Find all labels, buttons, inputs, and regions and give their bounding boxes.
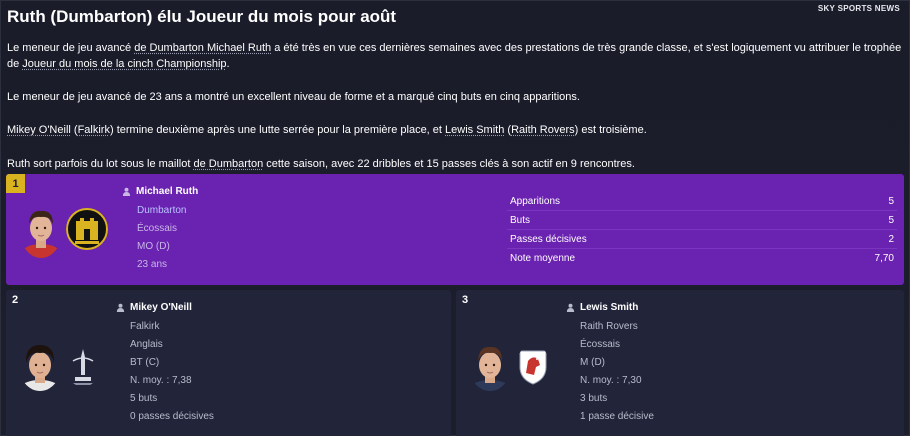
second-details: Falkirk Anglais BT (C) N. moy. : 7,38 5 … <box>130 318 214 426</box>
player-position: BT (C) <box>130 357 160 368</box>
second-name-row[interactable]: Mikey O'Neill <box>116 302 192 313</box>
player-nationality: Écossais <box>137 223 178 234</box>
third-details: Raith Rovers Écossais M (D) N. moy. : 7,… <box>580 318 654 426</box>
player-photo[interactable] <box>19 341 61 391</box>
raith-rovers-crest-icon[interactable] <box>516 345 550 387</box>
link-third-club[interactable]: Raith Rovers <box>511 124 575 136</box>
link-second-club[interactable]: Falkirk <box>78 124 110 136</box>
person-icon <box>122 187 131 196</box>
third-place-card[interactable]: 3 Lewis Smith Raith Rovers Écossais M (D… <box>456 290 904 436</box>
third-name-row[interactable]: Lewis Smith <box>566 302 638 313</box>
player-name[interactable]: Lewis Smith <box>580 302 638 313</box>
player-assists: 1 passe décisive <box>580 411 654 422</box>
news-panel: SKY SPORTS NEWS Ruth (Dumbarton) élu Jou… <box>0 0 910 436</box>
paragraph-4: Ruth sort parfois du lot sous le maillot… <box>7 158 635 170</box>
player-assists: 0 passes décisives <box>130 411 214 422</box>
player-name[interactable]: Mikey O'Neill <box>130 302 192 313</box>
paragraph-2: Le meneur de jeu avancé de 23 ans a mont… <box>7 91 580 103</box>
person-icon <box>566 303 575 312</box>
link-third-player[interactable]: Lewis Smith <box>445 124 504 136</box>
link-award[interactable]: Joueur du mois de la cinch Championship <box>22 58 226 70</box>
stat-label: Passes décisives <box>510 233 587 245</box>
stat-value: 5 <box>888 195 894 207</box>
news-source: SKY SPORTS NEWS <box>817 4 900 13</box>
stat-label: Buts <box>510 214 531 226</box>
rank-label: 3 <box>462 294 469 306</box>
rank-label: 2 <box>12 294 19 306</box>
player-rating: N. moy. : 7,38 <box>130 375 192 386</box>
falkirk-crest-icon[interactable] <box>66 345 100 387</box>
player-club[interactable]: Dumbarton <box>137 202 186 220</box>
link-player-club[interactable]: de Dumbarton Michael Ruth <box>134 42 271 54</box>
paragraph-3: Mikey O'Neill (Falkirk) termine deuxième… <box>7 124 647 136</box>
winner-details: Dumbarton Écossais MO (D) 23 ans <box>137 202 186 274</box>
stat-row: Apparitions 5 <box>507 192 897 211</box>
stat-value: 7,70 <box>874 253 894 264</box>
stat-row: Note moyenne 7,70 <box>507 249 897 268</box>
player-nationality: Écossais <box>580 339 621 350</box>
stat-label: Note moyenne <box>510 253 576 264</box>
winner-stats-table: Apparitions 5 Buts 5 Passes décisives 2 … <box>507 192 897 268</box>
player-photo[interactable] <box>20 204 62 258</box>
paragraph-1: Le meneur de jeu avancé de Dumbarton Mic… <box>7 42 902 70</box>
link-second-player[interactable]: Mikey O'Neill <box>7 124 71 136</box>
second-place-card[interactable]: 2 Mikey O'Neill Falkirk Anglais BT (C) N… <box>6 290 451 436</box>
stat-value: 5 <box>888 214 894 226</box>
player-position: M (D) <box>580 357 605 368</box>
winner-card[interactable]: 1 Michael Ruth Dumbarton Écossais MO (D)… <box>6 174 904 285</box>
stat-label: Apparitions <box>510 195 561 207</box>
link-club[interactable]: de Dumbarton <box>193 158 263 170</box>
player-goals: 3 buts <box>580 393 608 404</box>
dumbarton-crest-icon[interactable] <box>66 207 108 252</box>
player-rating: N. moy. : 7,30 <box>580 375 642 386</box>
player-club[interactable]: Raith Rovers <box>580 318 654 336</box>
winner-name-row[interactable]: Michael Ruth <box>122 186 198 197</box>
player-club[interactable]: Falkirk <box>130 318 214 336</box>
stat-row: Passes décisives 2 <box>507 230 897 249</box>
stat-value: 2 <box>888 233 894 245</box>
player-position: MO (D) <box>137 241 170 252</box>
player-goals: 5 buts <box>130 393 158 404</box>
player-age: 23 ans <box>137 259 168 270</box>
person-icon <box>116 303 125 312</box>
news-headline: Ruth (Dumbarton) élu Joueur du mois pour… <box>7 7 397 26</box>
rank-badge: 1 <box>6 174 25 193</box>
stat-row: Buts 5 <box>507 211 897 230</box>
player-nationality: Anglais <box>130 339 163 350</box>
player-name[interactable]: Michael Ruth <box>136 186 198 197</box>
player-photo[interactable] <box>469 341 511 391</box>
